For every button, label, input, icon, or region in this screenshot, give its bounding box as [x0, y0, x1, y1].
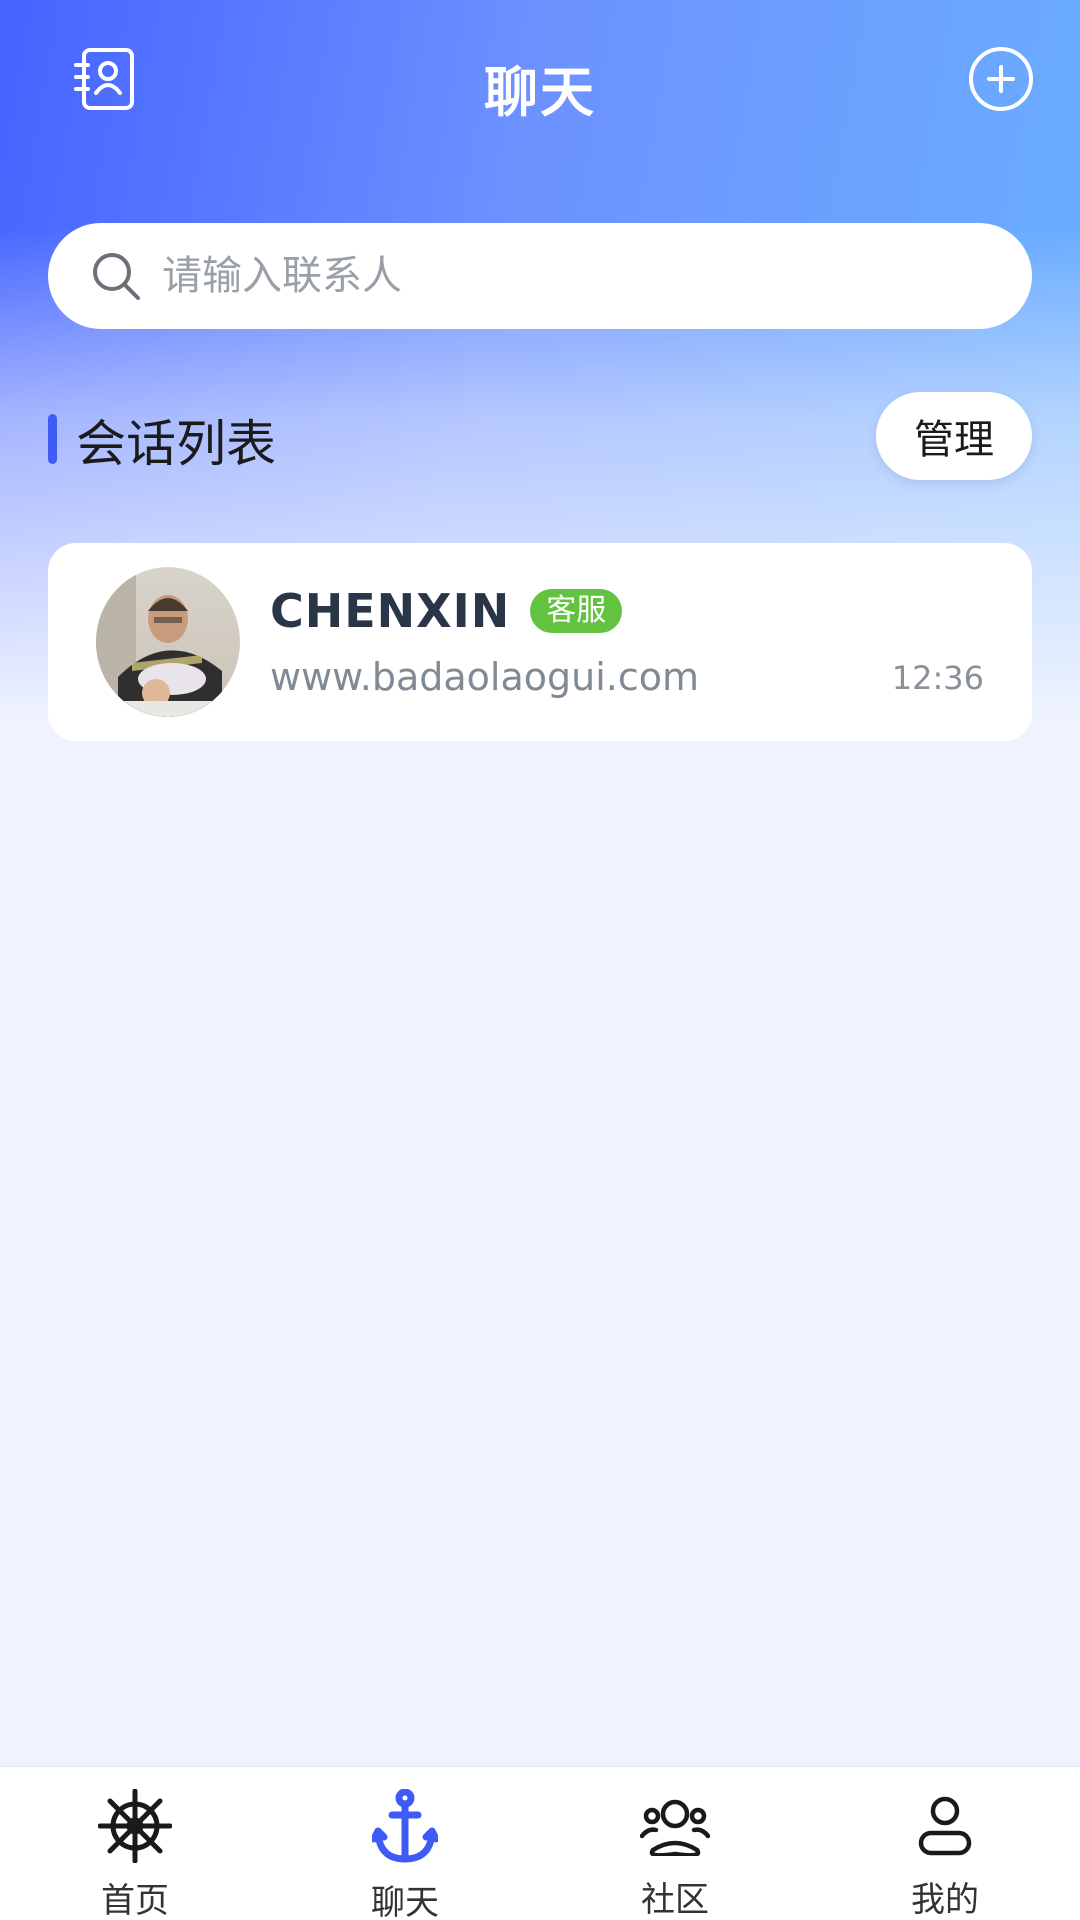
contact-name: CHENXIN — [270, 584, 511, 638]
tab-chat[interactable]: 聊天 — [270, 1767, 540, 1920]
page-title: 聊天 — [484, 61, 596, 124]
community-icon — [637, 1789, 713, 1862]
tab-community[interactable]: 社区 — [540, 1767, 810, 1920]
add-button[interactable] — [966, 44, 1036, 114]
tab-label-home: 首页 — [101, 1881, 169, 1920]
search-icon — [88, 248, 144, 304]
service-badge: 客服 — [530, 589, 623, 633]
tab-home[interactable]: 首页 — [0, 1767, 270, 1920]
message-time: 12:36 — [891, 659, 984, 697]
tab-label-mine: 我的 — [911, 1880, 979, 1920]
bottom-tab-bar: 首页 聊天 社区 我的 — [0, 1766, 1080, 1920]
section-accent-bar — [48, 414, 57, 464]
conversation-name-row: CHENXIN 客服 — [270, 581, 623, 641]
tab-mine[interactable]: 我的 — [810, 1767, 1080, 1920]
section-title: 会话列表 — [76, 415, 276, 473]
search-input[interactable] — [162, 236, 982, 316]
user-icon — [907, 1789, 983, 1862]
search-bar[interactable] — [48, 223, 1032, 329]
manage-button[interactable]: 管理 — [876, 392, 1032, 480]
conversation-item[interactable]: CHENXIN 客服 www.badaolaogui.com 12:36 — [48, 543, 1032, 741]
top-bar: 聊天 — [0, 0, 1080, 160]
ship-wheel-icon — [97, 1789, 173, 1863]
anchor-icon — [367, 1789, 443, 1865]
conversation-list-header: 会话列表 管理 — [48, 392, 1032, 482]
last-message-preview: www.badaolaogui.com — [270, 655, 699, 699]
plus-circle-icon — [969, 47, 1033, 111]
tab-label-chat: 聊天 — [371, 1883, 439, 1920]
tab-label-community: 社区 — [641, 1880, 709, 1920]
avatar — [96, 567, 240, 717]
